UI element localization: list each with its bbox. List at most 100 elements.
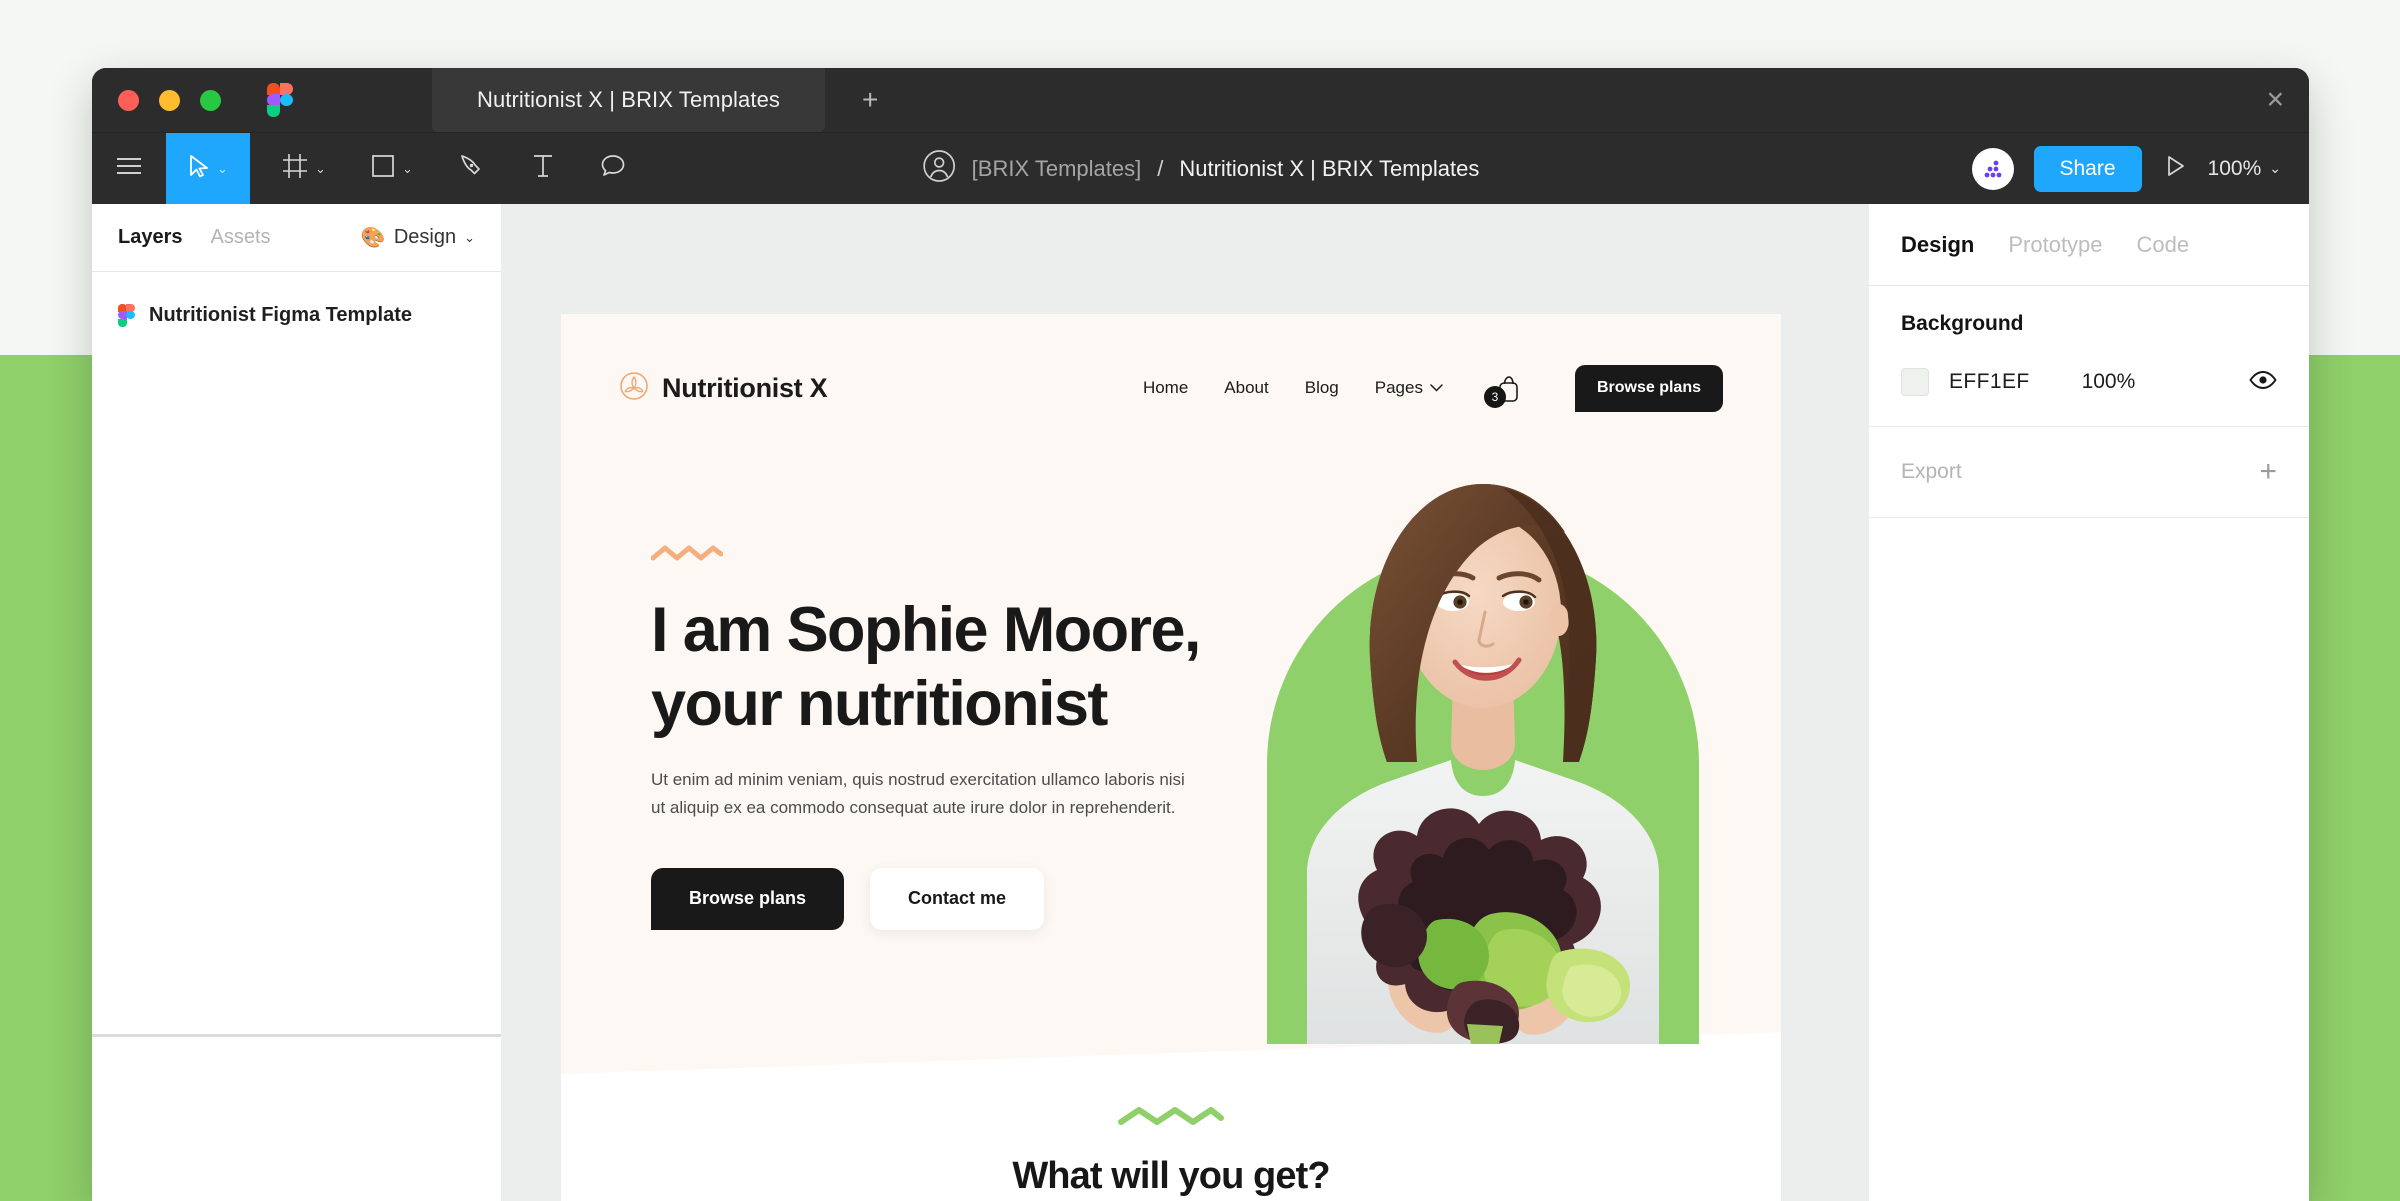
right-panel-tabs: Design Prototype Code — [1869, 204, 2309, 286]
cart-count-badge: 3 — [1483, 386, 1506, 408]
background-heading: Background — [1901, 312, 2024, 335]
figma-toolbar: ⌄ ⌄ ⌄ [BRIX Templates] / Nutritionist X … — [92, 132, 2309, 205]
comment-icon — [600, 153, 626, 184]
hero-paragraph: Ut enim ad minim veniam, quis nostrud ex… — [651, 769, 1185, 817]
add-export-icon[interactable]: + — [2259, 457, 2277, 487]
layers-list: Nutritionist Figma Template — [92, 272, 501, 337]
site-nav-browse-plans-button[interactable]: Browse plans — [1574, 364, 1723, 412]
squiggle-green-icon — [1117, 1107, 1225, 1132]
text-icon — [531, 153, 555, 184]
site-nav-pages[interactable]: Pages — [1375, 378, 1443, 398]
design-file-dropdown[interactable]: 🎨 Design ⌄ — [361, 225, 475, 250]
text-tool-button[interactable] — [514, 133, 572, 205]
browser-tab-bar: Nutritionist X | BRIX Templates ✕ + — [92, 68, 2309, 132]
tab-assets[interactable]: Assets — [211, 226, 271, 249]
chevron-down-icon: ⌄ — [464, 229, 475, 245]
square-icon — [371, 154, 395, 183]
comment-tool-button[interactable] — [584, 133, 642, 205]
pen-tool-button[interactable] — [442, 133, 500, 205]
pen-icon — [458, 153, 484, 184]
chevron-down-icon: ⌄ — [2269, 160, 2281, 176]
layer-name: Nutritionist Figma Template — [149, 304, 412, 326]
design-dropdown-label: Design — [393, 226, 457, 248]
workspace: Layers Assets 🎨 Design ⌄ Nutritionist Fi… — [92, 204, 2309, 1201]
tab-code[interactable]: Code — [2137, 232, 2190, 258]
leaf-logo-icon — [619, 371, 649, 406]
list-item[interactable]: Nutritionist Figma Template — [92, 294, 501, 337]
breadcrumb-team[interactable]: [BRIX Templates] — [972, 156, 1142, 182]
hamburger-icon — [116, 157, 142, 180]
main-menu-button[interactable] — [92, 133, 166, 205]
chevron-down-icon — [1430, 379, 1443, 397]
present-play-icon[interactable] — [2162, 153, 2188, 184]
export-heading: Export — [1901, 460, 1962, 483]
site-nav-about[interactable]: About — [1224, 378, 1268, 398]
site-menu: Home About Blog Pages 3 Browse plans — [1143, 364, 1723, 412]
hero-button-group: Browse plans Contact me — [651, 867, 1271, 930]
background-opacity-value[interactable]: 100% — [2082, 370, 2136, 394]
frame-icon — [282, 153, 308, 184]
visibility-eye-icon[interactable] — [2249, 370, 2277, 394]
green-band-left — [0, 355, 96, 1201]
window-traffic-lights — [118, 89, 221, 111]
move-tool-button[interactable]: ⌄ — [166, 132, 250, 205]
shape-tool-button[interactable]: ⌄ — [352, 133, 432, 205]
breadcrumb: [BRIX Templates] / Nutritionist X | BRIX… — [922, 149, 1479, 188]
breadcrumb-file-name[interactable]: Nutritionist X | BRIX Templates — [1179, 156, 1479, 182]
site-navbar: Nutritionist X Home About Blog Pages 3 B… — [561, 358, 1781, 418]
canvas-area[interactable]: Nutritionist X Home About Blog Pages 3 B… — [501, 204, 1869, 1201]
toolbar-right-group: Share 100% ⌄ — [1971, 145, 2281, 192]
avatar[interactable] — [1971, 147, 2014, 190]
share-button[interactable]: Share — [2033, 145, 2142, 192]
hero-photo-woman-with-lettuce — [1267, 444, 1699, 1044]
hero-contact-me-button[interactable]: Contact me — [870, 867, 1045, 930]
left-sidebar: Layers Assets 🎨 Design ⌄ Nutritionist Fi… — [92, 204, 501, 1201]
squiggle-orange-icon — [650, 544, 1271, 567]
new-tab-icon[interactable]: + — [862, 86, 878, 114]
site-nav-pages-label: Pages — [1374, 378, 1423, 397]
export-section: Export + — [1869, 427, 2309, 518]
user-avatar-icon — [922, 149, 956, 188]
background-section: Background EFF1EF 100% — [1869, 286, 2309, 427]
background-color-row: EFF1EF 100% — [1901, 368, 2277, 396]
left-panel-divider — [92, 1034, 501, 1037]
zoom-level-value: 100% — [2207, 156, 2262, 180]
chevron-down-icon: ⌄ — [402, 160, 413, 176]
hero-browse-plans-button[interactable]: Browse plans — [651, 867, 845, 930]
tab-prototype[interactable]: Prototype — [2008, 232, 2102, 258]
figma-logo-icon — [267, 83, 293, 117]
hero-content: I am Sophie Moore, your nutritionist Ut … — [650, 544, 1271, 930]
left-panel-tabs: Layers Assets 🎨 Design ⌄ — [92, 204, 501, 272]
tab-title: Nutritionist X | BRIX Templates — [476, 87, 781, 112]
site-nav-blog[interactable]: Blog — [1305, 378, 1339, 398]
cart-button[interactable]: 3 — [1483, 371, 1523, 408]
design-frame-nutritionist[interactable]: Nutritionist X Home About Blog Pages 3 B… — [561, 314, 1781, 1201]
figma-window: Nutritionist X | BRIX Templates ✕ + ⌄ ⌄ … — [92, 68, 2309, 1201]
site-brand-name: Nutritionist X — [662, 372, 828, 403]
chevron-down-icon: ⌄ — [315, 160, 326, 176]
site-nav-home[interactable]: Home — [1143, 378, 1188, 398]
zoom-level-dropdown[interactable]: 100% ⌄ — [2208, 157, 2281, 181]
hero-title: I am Sophie Moore, your nutritionist — [651, 593, 1271, 742]
hero-title-line1: I am Sophie Moore, — [651, 595, 1201, 665]
what-will-you-get-section: What will you get? — [561, 1104, 1781, 1198]
maximize-window-button[interactable] — [200, 89, 221, 111]
section2-title: What will you get? — [1012, 1155, 1330, 1197]
figma-page-icon — [118, 304, 135, 327]
background-hex-value[interactable]: EFF1EF — [1949, 370, 2030, 394]
palette-icon: 🎨 — [360, 227, 386, 249]
hero-image — [1267, 444, 1699, 1044]
tab-nutritionist-x[interactable]: Nutritionist X | BRIX Templates — [432, 68, 825, 132]
background-color-swatch[interactable] — [1901, 368, 1929, 396]
breadcrumb-separator: / — [1157, 155, 1164, 181]
site-brand[interactable]: Nutritionist X — [619, 371, 828, 406]
minimize-window-button[interactable] — [159, 89, 180, 111]
frame-tool-button[interactable]: ⌄ — [264, 133, 344, 205]
hero-title-line2: your nutritionist — [651, 669, 1108, 740]
cursor-icon — [188, 154, 210, 183]
tab-layers[interactable]: Layers — [118, 226, 183, 249]
right-sidebar: Design Prototype Code Background EFF1EF … — [1869, 204, 2309, 1201]
close-tab-icon[interactable]: ✕ — [2266, 88, 2285, 112]
tab-design[interactable]: Design — [1901, 232, 1974, 258]
close-window-button[interactable] — [118, 89, 139, 111]
